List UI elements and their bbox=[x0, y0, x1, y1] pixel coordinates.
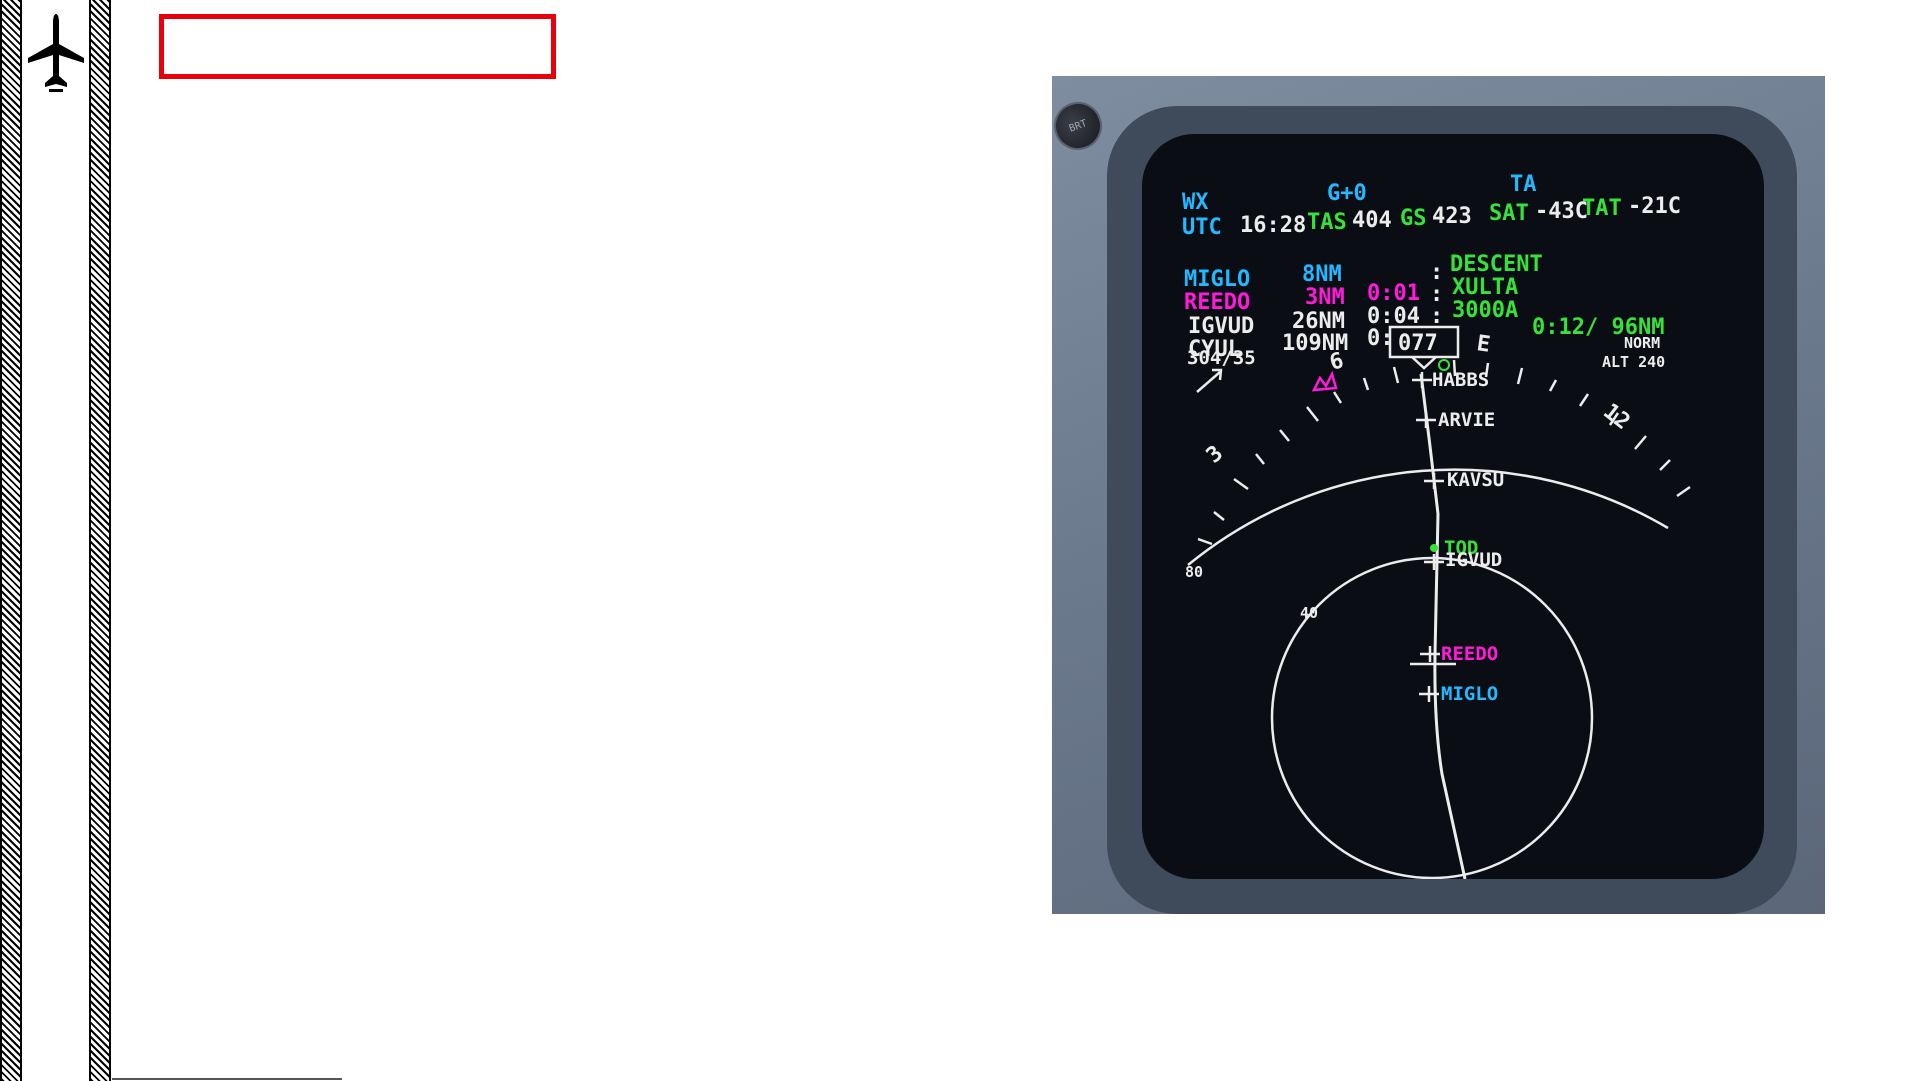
route-wpt-reedo: REEDO bbox=[1410, 643, 1498, 666]
heading-bug-magenta bbox=[1311, 370, 1338, 392]
navigation-display-photo: BRT WX G+0 TA UTC 16:28 TAS 404 GS 423 S… bbox=[1052, 76, 1825, 914]
route-wpt-miglo: MIGLO bbox=[1419, 683, 1498, 705]
gs-label: GS bbox=[1400, 206, 1427, 231]
utc-label: UTC bbox=[1182, 215, 1222, 240]
tas-label: TAS bbox=[1307, 210, 1347, 235]
alt-label: ALT 240 bbox=[1602, 353, 1665, 371]
tas-value: 404 bbox=[1352, 208, 1392, 233]
mode-label: NORM bbox=[1624, 334, 1660, 352]
tat-label: TAT bbox=[1582, 196, 1622, 221]
list-wpt-1-dist: 8NM bbox=[1302, 262, 1342, 287]
sat-label: SAT bbox=[1489, 201, 1529, 226]
wind-arrow-icon bbox=[1196, 368, 1223, 393]
utc-value: 16:28 bbox=[1240, 213, 1306, 238]
vnav-fix: XULTA bbox=[1452, 275, 1518, 300]
heading-pointer bbox=[1411, 356, 1437, 370]
svg-text:KAVSU: KAVSU bbox=[1447, 469, 1504, 491]
compass-label-e: E bbox=[1475, 331, 1492, 358]
list-wpt-2-time: 0:01 bbox=[1367, 281, 1420, 306]
range-outer-label: 80 bbox=[1185, 563, 1203, 581]
vnav-altitude: 3000A bbox=[1452, 298, 1518, 323]
ta-label: TA bbox=[1510, 172, 1537, 197]
sat-value: -43C bbox=[1535, 199, 1588, 224]
compass-arc bbox=[1187, 468, 1669, 566]
svg-text:ARVIE: ARVIE bbox=[1438, 409, 1495, 431]
heading-value: 077 bbox=[1398, 331, 1438, 356]
gs-value: 423 bbox=[1432, 204, 1472, 229]
right-hatched-rail bbox=[89, 0, 111, 1081]
vnav-phase: DESCENT bbox=[1450, 252, 1543, 277]
airplane-icon bbox=[28, 14, 84, 92]
list-wpt-2-name: REEDO bbox=[1184, 290, 1250, 315]
brightness-knob[interactable]: BRT bbox=[1052, 95, 1109, 157]
svg-text:MIGLO: MIGLO bbox=[1441, 683, 1498, 705]
bottom-divider bbox=[112, 1078, 342, 1080]
display-bezel: WX G+0 TA UTC 16:28 TAS 404 GS 423 SAT -… bbox=[1107, 106, 1797, 914]
range-inner-label: 40 bbox=[1300, 604, 1318, 622]
route-line bbox=[1419, 373, 1467, 879]
nd-screen: WX G+0 TA UTC 16:28 TAS 404 GS 423 SAT -… bbox=[1142, 134, 1764, 879]
wind-text: 304/35 bbox=[1187, 347, 1256, 369]
svg-text:HABBS: HABBS bbox=[1432, 369, 1489, 391]
tat-value: -21C bbox=[1628, 194, 1681, 219]
nd-graphics: WX G+0 TA UTC 16:28 TAS 404 GS 423 SAT -… bbox=[1182, 172, 1691, 879]
svg-text:IGVUD: IGVUD bbox=[1445, 549, 1502, 571]
list-wpt-3-name: IGVUD bbox=[1188, 314, 1254, 339]
wx-label: WX bbox=[1182, 190, 1209, 215]
compass-label-12: 12 bbox=[1598, 399, 1634, 435]
gs-delta: G+0 bbox=[1327, 181, 1367, 206]
brightness-knob-label: BRT bbox=[1067, 117, 1089, 135]
compass-label-3: 3 bbox=[1202, 441, 1228, 469]
svg-text:REEDO: REEDO bbox=[1441, 643, 1498, 665]
left-hatched-rail bbox=[0, 0, 22, 1081]
slide-title-box[interactable] bbox=[159, 14, 556, 79]
list-wpt-1-name: MIGLO bbox=[1184, 267, 1250, 292]
range-ring bbox=[1270, 556, 1594, 879]
list-wpt-2-dist: 3NM bbox=[1305, 285, 1345, 310]
